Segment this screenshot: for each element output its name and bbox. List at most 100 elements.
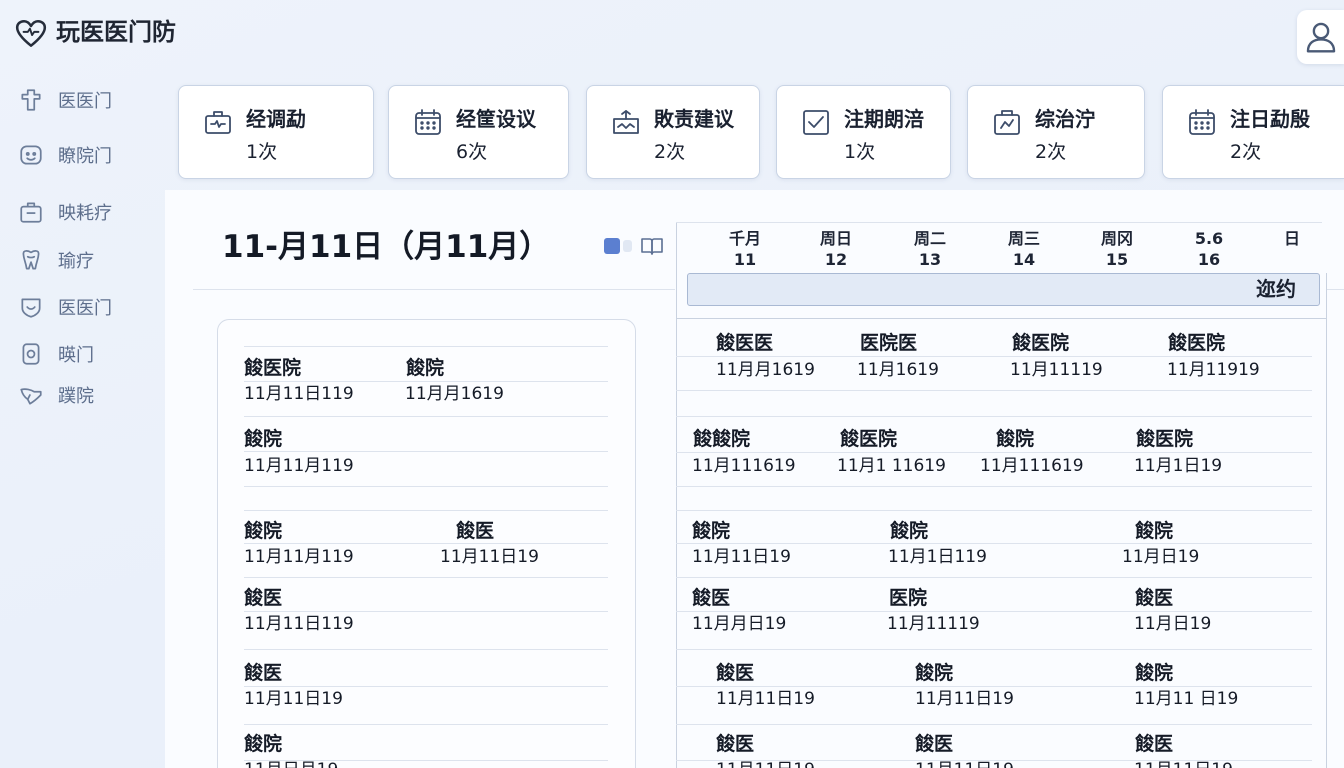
stat-count: 1次 — [844, 141, 876, 163]
sidebar-item-4[interactable]: 医医门 — [16, 291, 151, 323]
appointment-time: 11月11119 — [887, 614, 980, 634]
appointment-time: 11月月1619 — [716, 360, 815, 380]
sidebar-item-label: 医医门 — [58, 91, 112, 112]
appointment-time: 11月11日19 — [244, 689, 343, 709]
week-day-column[interactable]: 周三 14 — [989, 228, 1059, 270]
patient-name: 餕院 — [692, 520, 731, 542]
sidebar-item-0[interactable]: 医医门 — [16, 84, 151, 116]
tooth-icon — [16, 245, 46, 275]
appointment-time: 11月11日19 — [716, 689, 815, 709]
week-day-label: 周日 — [819, 229, 852, 248]
week-header-bottom-line — [676, 318, 1326, 319]
appointment-time: 11月11日19 — [1134, 757, 1233, 768]
stat-count: 2次 — [654, 141, 686, 163]
stat-label: 注期朗涪 — [844, 107, 924, 131]
row-divider — [244, 724, 608, 725]
row-divider — [244, 486, 608, 487]
stat-count: 1次 — [246, 141, 278, 163]
sidebar-item-3[interactable]: 瑜疗 — [16, 244, 151, 276]
appointment-time: 11月11日19 — [915, 757, 1014, 768]
stat-card-0[interactable]: 经调勐 1次 — [178, 85, 374, 179]
patient-name: 餕医医 — [716, 332, 774, 354]
patient-name: 餕院 — [244, 520, 283, 542]
user-profile-button[interactable] — [1297, 10, 1344, 64]
appointment-time: 11月月日19 — [692, 614, 787, 634]
row-divider — [676, 649, 1312, 650]
sidebar-item-label: 瑜疗 — [58, 251, 94, 272]
app-window: 玩医医门防 医医门 瞭院门 映耗疗 瑜疗 医医门 暎门 蹼院 经调勐 1次 经筐… — [0, 0, 1344, 768]
appointment-time: 11月11日19 — [716, 757, 815, 768]
stat-label: 注日勐殷 — [1230, 107, 1310, 131]
patient-name: 餕医 — [716, 662, 755, 684]
row-divider — [676, 510, 1312, 511]
patient-name: 餕院 — [244, 733, 283, 755]
week-day-column[interactable]: 日 — [1257, 228, 1327, 249]
stat-card-1[interactable]: 经筐设议 6次 — [388, 85, 569, 179]
week-date-label: 12 — [824, 250, 848, 269]
view-toggle-icon[interactable] — [604, 238, 620, 254]
stat-card-4[interactable]: 综治泞 2次 — [967, 85, 1145, 179]
sidebar-item-label: 暎门 — [58, 345, 94, 366]
appointment-time: 11月11日19 — [692, 547, 791, 567]
stat-count: 6次 — [456, 141, 488, 163]
sidebar-item-5[interactable]: 暎门 — [16, 338, 151, 370]
patient-name: 医院医 — [860, 332, 918, 354]
checkbox-icon — [800, 106, 832, 138]
sidebar-item-6[interactable]: 蹼院 — [16, 379, 151, 411]
stat-label: 经调勐 — [246, 107, 306, 131]
week-day-label: 周冈 — [1100, 229, 1133, 248]
week-day-label: 周三 — [1007, 229, 1040, 248]
appointment-time: 11月日19 — [1122, 547, 1200, 567]
patient-name: 餕餕院 — [693, 428, 751, 450]
row-divider — [676, 416, 1312, 417]
patient-name: 餕医院 — [1168, 332, 1226, 354]
appointment-time: 11月日月19 — [244, 757, 338, 768]
user-icon — [1306, 22, 1336, 53]
title-divider — [193, 289, 675, 290]
sidebar-item-label: 医医门 — [58, 298, 112, 319]
week-day-column[interactable]: 周冈 15 — [1082, 228, 1152, 270]
clipboard-icon — [991, 106, 1023, 138]
patient-name: 餕院 — [890, 520, 929, 542]
week-header-top-line — [676, 222, 1322, 223]
stat-card-5[interactable]: 注日勐殷 2次 — [1162, 85, 1344, 179]
calendar-icon — [412, 106, 444, 138]
appointment-time: 11月1 11619 — [837, 456, 946, 476]
week-day-column[interactable]: 周日 12 — [801, 228, 871, 270]
shield-smile-icon — [16, 292, 46, 322]
week-day-label: 周二 — [913, 229, 946, 248]
week-day-column[interactable]: 5.6 16 — [1174, 228, 1244, 270]
sidebar-item-1[interactable]: 瞭院门 — [16, 139, 151, 171]
medical-bag-icon — [202, 106, 234, 138]
patient-name: 餕医 — [244, 587, 283, 609]
sidebar-item-2[interactable]: 映耗疗 — [16, 196, 151, 228]
stat-card-3[interactable]: 注期朗涪 1次 — [776, 85, 951, 179]
appointment-time: 11月111619 — [980, 456, 1084, 476]
stat-card-2[interactable]: 敗责建议 2次 — [586, 85, 760, 179]
heart-icon[interactable] — [14, 17, 48, 51]
stat-count: 2次 — [1230, 141, 1262, 163]
appointment-time: 11月1日19 — [1134, 456, 1223, 476]
row-divider — [676, 724, 1312, 725]
view-toggle-secondary[interactable] — [623, 240, 632, 252]
sidebar-item-label: 蹼院 — [58, 386, 94, 407]
week-date-label: 13 — [918, 250, 942, 269]
week-day-column[interactable]: 周二 13 — [895, 228, 965, 270]
row-divider — [244, 451, 608, 452]
week-date-label: 16 — [1197, 250, 1221, 269]
appointment-time: 11月11日19 — [440, 547, 539, 567]
week-day-column[interactable]: 千月 11 — [710, 228, 780, 270]
hand-icon — [16, 380, 46, 410]
week-day-label: 千月 — [728, 229, 761, 248]
title-divider — [1326, 289, 1344, 290]
doctor-icon — [16, 85, 46, 115]
appointment-banner[interactable]: 迩约 — [687, 273, 1320, 306]
row-divider — [244, 510, 608, 511]
book-icon[interactable] — [640, 235, 664, 257]
week-day-label: 5.6 — [1194, 229, 1224, 248]
appointment-time: 11月11日119 — [244, 384, 354, 404]
stat-label: 经筐设议 — [456, 107, 536, 131]
stat-label: 敗责建议 — [654, 107, 734, 131]
appointment-time: 11月11119 — [1010, 360, 1103, 380]
patient-name: 餕院 — [244, 428, 283, 450]
